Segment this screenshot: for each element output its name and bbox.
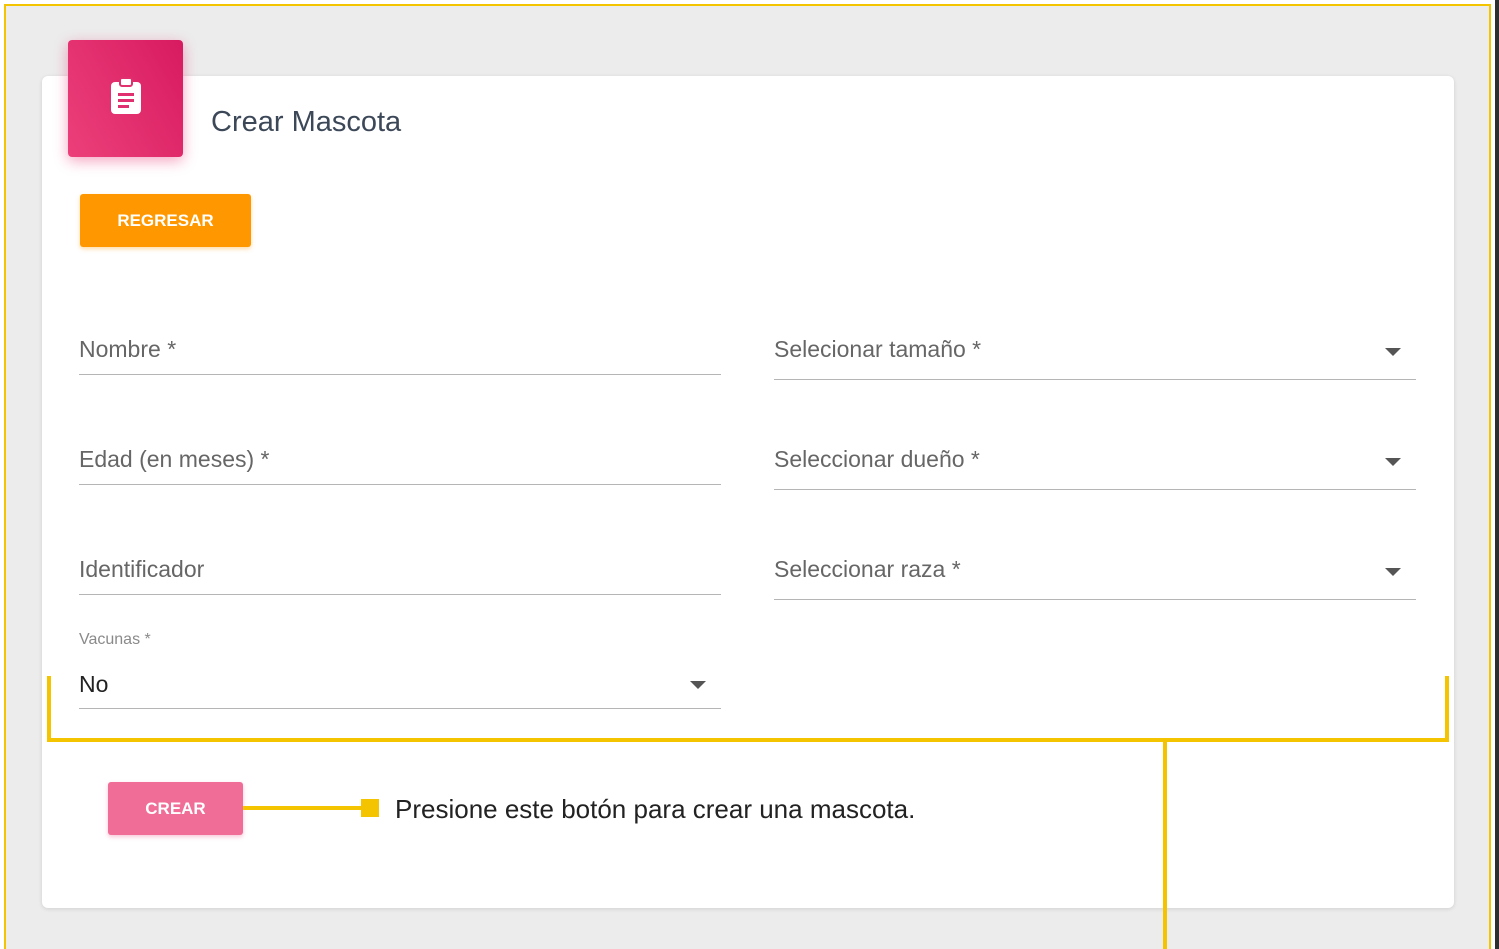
breed-select[interactable]: Seleccionar raza * bbox=[774, 552, 1416, 600]
owner-select-label: Seleccionar dueño * bbox=[774, 446, 980, 472]
chevron-down-icon bbox=[1385, 458, 1401, 466]
vaccines-select-value: No bbox=[79, 671, 109, 697]
annotation-connector-line bbox=[243, 806, 373, 810]
vaccines-select-label: Vacunas * bbox=[79, 631, 151, 648]
form-card bbox=[42, 76, 1454, 908]
size-select-label: Selecionar tamaño * bbox=[774, 336, 982, 362]
annotation-bracket-bottom bbox=[47, 738, 1449, 742]
page-title: Crear Mascota bbox=[211, 106, 402, 138]
screenshot-frame: Crear Mascota REGRESAR Nombre * Edad (en… bbox=[4, 4, 1491, 949]
chevron-down-icon bbox=[690, 681, 706, 689]
annotation-bracket-left bbox=[47, 676, 51, 742]
identifier-field[interactable]: Identificador bbox=[79, 552, 721, 595]
annotation-bracket-right bbox=[1445, 676, 1449, 742]
size-select[interactable]: Selecionar tamaño * bbox=[774, 332, 1416, 380]
back-button[interactable]: REGRESAR bbox=[80, 194, 251, 247]
vaccines-select[interactable]: Vacunas * No bbox=[79, 631, 721, 709]
breed-select-label: Seleccionar raza * bbox=[774, 556, 961, 582]
age-field[interactable]: Edad (en meses) * bbox=[79, 442, 721, 485]
annotation-marker bbox=[361, 799, 379, 817]
window-edge bbox=[1495, 0, 1499, 949]
name-field[interactable]: Nombre * bbox=[79, 332, 721, 375]
chevron-down-icon bbox=[1385, 568, 1401, 576]
annotation-connector-down bbox=[1163, 740, 1167, 949]
chevron-down-icon bbox=[1385, 348, 1401, 356]
identifier-field-label: Identificador bbox=[79, 556, 205, 582]
annotation-text: Presione este botón para crear una masco… bbox=[395, 794, 916, 824]
card-header-icon bbox=[68, 40, 183, 157]
clipboard-icon bbox=[110, 77, 141, 114]
create-button[interactable]: CREAR bbox=[108, 782, 243, 835]
name-field-label: Nombre * bbox=[79, 336, 177, 362]
age-field-label: Edad (en meses) * bbox=[79, 446, 270, 472]
owner-select[interactable]: Seleccionar dueño * bbox=[774, 442, 1416, 490]
